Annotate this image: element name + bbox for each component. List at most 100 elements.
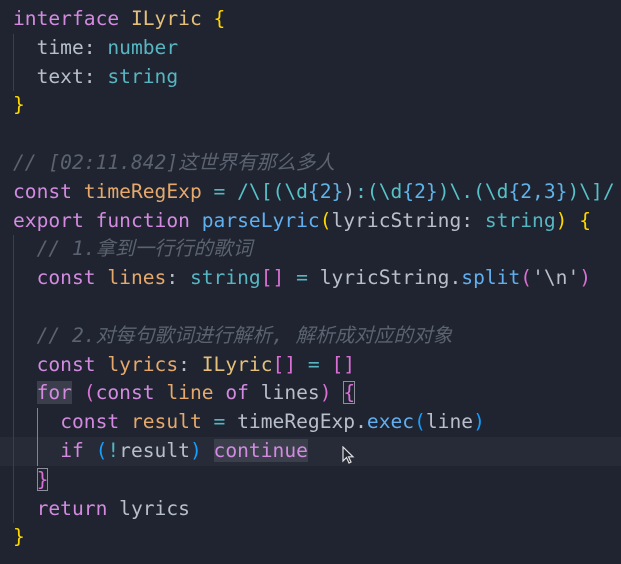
code-token: [] xyxy=(272,352,297,376)
code-token: = xyxy=(213,410,226,434)
code-line[interactable]: export function parseLyric(lyricString: … xyxy=(0,207,621,236)
code-token: } xyxy=(36,467,49,491)
code-token: '\n' xyxy=(532,266,580,290)
code-token: ) xyxy=(343,179,356,203)
code-line[interactable]: ​ xyxy=(0,120,621,149)
code-line[interactable]: const lyrics: ILyric[] = [] xyxy=(0,351,621,380)
code-token: time xyxy=(36,35,84,59)
code-token: const xyxy=(36,352,96,376)
code-token: = xyxy=(307,352,320,376)
code-line[interactable]: text: string xyxy=(0,63,621,92)
code-token: : xyxy=(83,64,108,88)
code-token: { xyxy=(579,208,592,232)
code-line[interactable]: const result = timeRegExp.exec(line) xyxy=(0,408,621,437)
code-token: /\[(\d xyxy=(237,179,308,203)
code-token: for xyxy=(36,381,72,405)
code-token: : xyxy=(83,35,108,59)
code-line[interactable]: // 1.拿到一行行的歌词 xyxy=(0,235,621,264)
code-token: [] xyxy=(260,266,285,290)
code-line[interactable]: ​ xyxy=(0,293,621,322)
code-token: const xyxy=(95,381,155,405)
code-token: {2,3} xyxy=(508,179,568,203)
code-token: ( xyxy=(83,381,96,405)
code-token: ) xyxy=(189,438,202,462)
code-line[interactable]: for (const line of lines) { xyxy=(0,379,621,408)
code-line[interactable]: if (!result) continue xyxy=(0,436,621,466)
code-token: // [02:11.842]这世界有那么多人 xyxy=(13,150,335,174)
code-token: . xyxy=(355,410,367,434)
code-token: continue xyxy=(213,438,308,462)
code-line[interactable]: // [02:11.842]这世界有那么多人 xyxy=(0,149,621,178)
indent-guide xyxy=(37,408,38,466)
code-token: ) xyxy=(319,381,332,405)
code-line[interactable]: time: number xyxy=(0,34,621,63)
code-token: // 1.拿到一行行的歌词 xyxy=(36,237,253,261)
code-token: lines xyxy=(260,381,320,405)
code-token: : xyxy=(178,352,202,376)
code-line[interactable]: const timeRegExp = /\[(\d{2}):(\d{2})\.(… xyxy=(0,178,621,207)
code-token: timeRegExp xyxy=(83,179,202,203)
code-line[interactable]: return lyrics xyxy=(0,495,621,524)
code-token: )\.(\d xyxy=(437,179,509,203)
code-token: )\]/ xyxy=(567,179,615,203)
code-token: line xyxy=(425,410,474,434)
code-token: result xyxy=(119,438,190,462)
code-token: lyrics xyxy=(107,352,179,376)
code-line[interactable]: } xyxy=(0,466,621,495)
code-token: string xyxy=(189,266,261,290)
code-token: interface xyxy=(13,7,120,30)
code-token: { xyxy=(213,7,226,30)
code-token: result xyxy=(130,410,202,434)
code-line[interactable]: // 2.对每句歌词进行解析, 解析成对应的对象 xyxy=(0,322,621,351)
code-token: ( xyxy=(414,410,426,434)
code-token: function xyxy=(95,208,190,232)
code-token: string xyxy=(484,208,556,232)
code-token: : xyxy=(166,266,190,290)
code-line[interactable]: interface ILyric { xyxy=(0,5,621,34)
code-token: string xyxy=(107,64,179,88)
code-line[interactable]: } xyxy=(0,523,621,552)
code-token: lyricString xyxy=(331,208,462,232)
code-token: ( xyxy=(520,266,533,290)
code-token: ( xyxy=(95,438,108,462)
code-token: exec xyxy=(366,410,415,434)
code-token: timeRegExp xyxy=(237,410,356,434)
code-editor[interactable]: interface ILyric { time: number text: st… xyxy=(0,5,621,552)
code-token: export xyxy=(13,208,84,232)
code-line[interactable]: const lines: string[] = lyricString.spli… xyxy=(0,264,621,293)
code-token: {2} xyxy=(307,179,344,203)
code-token: = xyxy=(296,266,308,290)
code-token: ) xyxy=(473,410,485,434)
code-token: split xyxy=(461,266,521,290)
code-token: const xyxy=(13,179,72,203)
code-token: = xyxy=(213,179,226,203)
indent-guide xyxy=(13,33,14,92)
code-line[interactable]: } xyxy=(0,91,621,120)
code-token: // 2.对每句歌词进行解析, 解析成对应的对象 xyxy=(36,323,453,347)
code-token: number xyxy=(107,35,179,59)
code-token: line xyxy=(166,381,214,405)
